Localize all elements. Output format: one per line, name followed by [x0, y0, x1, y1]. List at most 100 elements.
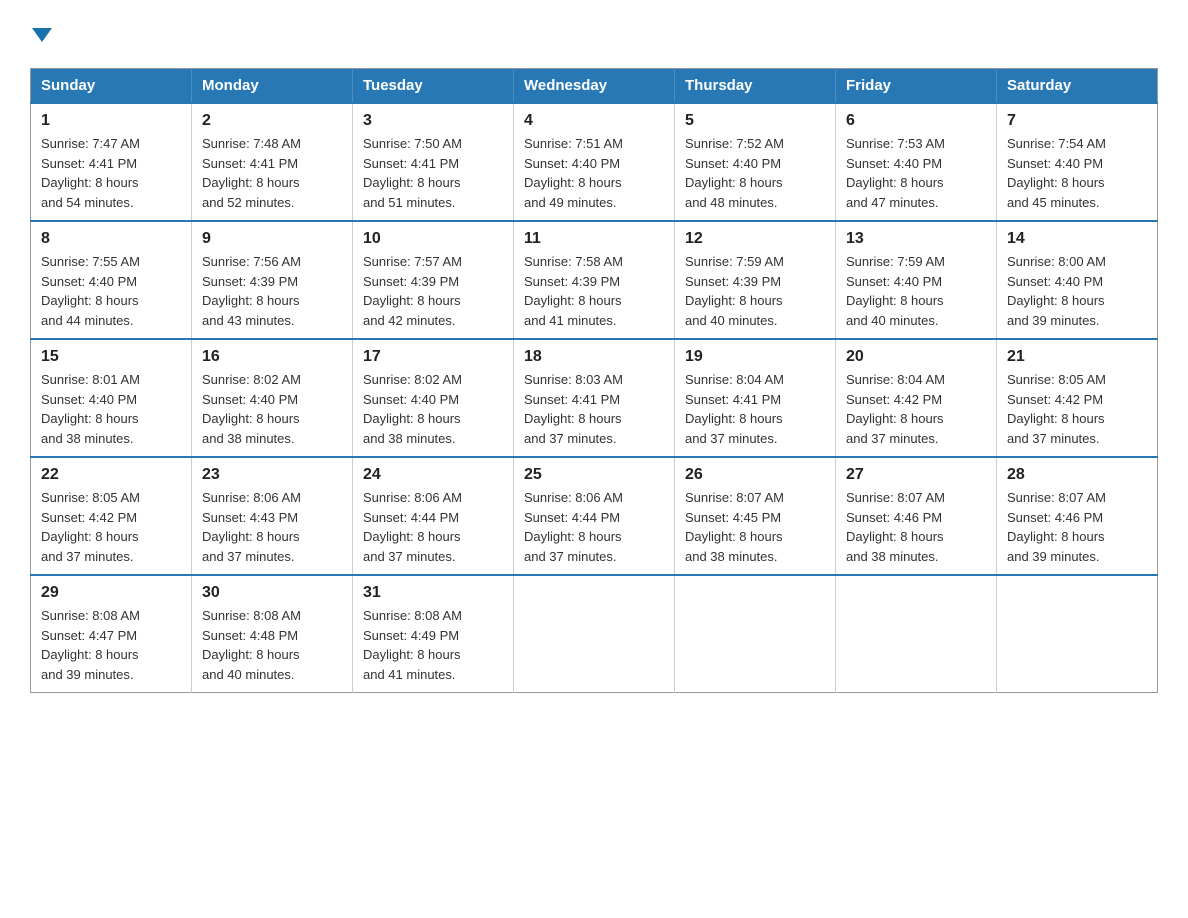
- day-info: Sunrise: 7:58 AMSunset: 4:39 PMDaylight:…: [524, 252, 664, 330]
- day-info: Sunrise: 8:05 AMSunset: 4:42 PMDaylight:…: [1007, 370, 1147, 448]
- calendar-cell: 24 Sunrise: 8:06 AMSunset: 4:44 PMDaylig…: [353, 457, 514, 575]
- day-info: Sunrise: 8:05 AMSunset: 4:42 PMDaylight:…: [41, 488, 181, 566]
- calendar-cell: 25 Sunrise: 8:06 AMSunset: 4:44 PMDaylig…: [514, 457, 675, 575]
- day-number: 21: [1007, 348, 1147, 366]
- calendar-week-row: 1 Sunrise: 7:47 AMSunset: 4:41 PMDayligh…: [31, 103, 1158, 221]
- calendar-cell: 8 Sunrise: 7:55 AMSunset: 4:40 PMDayligh…: [31, 221, 192, 339]
- calendar-cell: 9 Sunrise: 7:56 AMSunset: 4:39 PMDayligh…: [192, 221, 353, 339]
- weekday-header-friday: Friday: [836, 69, 997, 104]
- day-info: Sunrise: 8:08 AMSunset: 4:49 PMDaylight:…: [363, 606, 503, 684]
- calendar-cell: [836, 575, 997, 693]
- day-info: Sunrise: 8:08 AMSunset: 4:47 PMDaylight:…: [41, 606, 181, 684]
- day-info: Sunrise: 8:06 AMSunset: 4:43 PMDaylight:…: [202, 488, 342, 566]
- calendar-cell: 17 Sunrise: 8:02 AMSunset: 4:40 PMDaylig…: [353, 339, 514, 457]
- logo-general-text: [30, 20, 52, 48]
- day-info: Sunrise: 7:56 AMSunset: 4:39 PMDaylight:…: [202, 252, 342, 330]
- day-number: 1: [41, 112, 181, 130]
- day-number: 19: [685, 348, 825, 366]
- calendar-cell: [675, 575, 836, 693]
- day-number: 20: [846, 348, 986, 366]
- calendar-cell: 28 Sunrise: 8:07 AMSunset: 4:46 PMDaylig…: [997, 457, 1158, 575]
- weekday-header-row: SundayMondayTuesdayWednesdayThursdayFrid…: [31, 69, 1158, 104]
- day-info: Sunrise: 8:07 AMSunset: 4:45 PMDaylight:…: [685, 488, 825, 566]
- day-number: 3: [363, 112, 503, 130]
- calendar-cell: 31 Sunrise: 8:08 AMSunset: 4:49 PMDaylig…: [353, 575, 514, 693]
- day-info: Sunrise: 8:02 AMSunset: 4:40 PMDaylight:…: [363, 370, 503, 448]
- calendar-cell: [514, 575, 675, 693]
- day-number: 10: [363, 230, 503, 248]
- day-info: Sunrise: 7:54 AMSunset: 4:40 PMDaylight:…: [1007, 134, 1147, 212]
- calendar-cell: 3 Sunrise: 7:50 AMSunset: 4:41 PMDayligh…: [353, 103, 514, 221]
- day-info: Sunrise: 8:03 AMSunset: 4:41 PMDaylight:…: [524, 370, 664, 448]
- day-number: 17: [363, 348, 503, 366]
- calendar-cell: 10 Sunrise: 7:57 AMSunset: 4:39 PMDaylig…: [353, 221, 514, 339]
- day-info: Sunrise: 8:04 AMSunset: 4:42 PMDaylight:…: [846, 370, 986, 448]
- day-info: Sunrise: 7:48 AMSunset: 4:41 PMDaylight:…: [202, 134, 342, 212]
- weekday-header-sunday: Sunday: [31, 69, 192, 104]
- day-info: Sunrise: 8:02 AMSunset: 4:40 PMDaylight:…: [202, 370, 342, 448]
- day-info: Sunrise: 8:00 AMSunset: 4:40 PMDaylight:…: [1007, 252, 1147, 330]
- day-number: 16: [202, 348, 342, 366]
- day-number: 14: [1007, 230, 1147, 248]
- calendar-cell: 2 Sunrise: 7:48 AMSunset: 4:41 PMDayligh…: [192, 103, 353, 221]
- calendar-cell: 20 Sunrise: 8:04 AMSunset: 4:42 PMDaylig…: [836, 339, 997, 457]
- calendar-cell: 4 Sunrise: 7:51 AMSunset: 4:40 PMDayligh…: [514, 103, 675, 221]
- day-number: 15: [41, 348, 181, 366]
- calendar-cell: 18 Sunrise: 8:03 AMSunset: 4:41 PMDaylig…: [514, 339, 675, 457]
- calendar-cell: 6 Sunrise: 7:53 AMSunset: 4:40 PMDayligh…: [836, 103, 997, 221]
- day-info: Sunrise: 7:59 AMSunset: 4:39 PMDaylight:…: [685, 252, 825, 330]
- calendar-cell: 22 Sunrise: 8:05 AMSunset: 4:42 PMDaylig…: [31, 457, 192, 575]
- calendar-cell: 13 Sunrise: 7:59 AMSunset: 4:40 PMDaylig…: [836, 221, 997, 339]
- day-number: 11: [524, 230, 664, 248]
- day-number: 6: [846, 112, 986, 130]
- calendar-cell: 26 Sunrise: 8:07 AMSunset: 4:45 PMDaylig…: [675, 457, 836, 575]
- day-number: 24: [363, 466, 503, 484]
- weekday-header-wednesday: Wednesday: [514, 69, 675, 104]
- day-number: 4: [524, 112, 664, 130]
- day-number: 9: [202, 230, 342, 248]
- page-header: [30, 20, 1158, 48]
- calendar-cell: 27 Sunrise: 8:07 AMSunset: 4:46 PMDaylig…: [836, 457, 997, 575]
- day-number: 18: [524, 348, 664, 366]
- day-number: 29: [41, 584, 181, 602]
- day-number: 27: [846, 466, 986, 484]
- calendar-cell: 12 Sunrise: 7:59 AMSunset: 4:39 PMDaylig…: [675, 221, 836, 339]
- day-number: 7: [1007, 112, 1147, 130]
- day-number: 12: [685, 230, 825, 248]
- day-number: 2: [202, 112, 342, 130]
- day-info: Sunrise: 7:57 AMSunset: 4:39 PMDaylight:…: [363, 252, 503, 330]
- calendar-cell: 15 Sunrise: 8:01 AMSunset: 4:40 PMDaylig…: [31, 339, 192, 457]
- day-info: Sunrise: 7:59 AMSunset: 4:40 PMDaylight:…: [846, 252, 986, 330]
- day-number: 8: [41, 230, 181, 248]
- day-info: Sunrise: 7:55 AMSunset: 4:40 PMDaylight:…: [41, 252, 181, 330]
- day-number: 5: [685, 112, 825, 130]
- weekday-header-monday: Monday: [192, 69, 353, 104]
- day-number: 13: [846, 230, 986, 248]
- day-info: Sunrise: 8:01 AMSunset: 4:40 PMDaylight:…: [41, 370, 181, 448]
- day-info: Sunrise: 8:07 AMSunset: 4:46 PMDaylight:…: [846, 488, 986, 566]
- day-info: Sunrise: 7:50 AMSunset: 4:41 PMDaylight:…: [363, 134, 503, 212]
- logo-triangle-icon: [32, 28, 52, 42]
- day-info: Sunrise: 7:53 AMSunset: 4:40 PMDaylight:…: [846, 134, 986, 212]
- day-number: 30: [202, 584, 342, 602]
- day-number: 26: [685, 466, 825, 484]
- calendar-cell: 30 Sunrise: 8:08 AMSunset: 4:48 PMDaylig…: [192, 575, 353, 693]
- day-number: 22: [41, 466, 181, 484]
- calendar-cell: 23 Sunrise: 8:06 AMSunset: 4:43 PMDaylig…: [192, 457, 353, 575]
- calendar-cell: 29 Sunrise: 8:08 AMSunset: 4:47 PMDaylig…: [31, 575, 192, 693]
- calendar-cell: 7 Sunrise: 7:54 AMSunset: 4:40 PMDayligh…: [997, 103, 1158, 221]
- logo: [30, 20, 52, 48]
- day-info: Sunrise: 8:06 AMSunset: 4:44 PMDaylight:…: [363, 488, 503, 566]
- weekday-header-saturday: Saturday: [997, 69, 1158, 104]
- calendar-week-row: 8 Sunrise: 7:55 AMSunset: 4:40 PMDayligh…: [31, 221, 1158, 339]
- calendar-cell: [997, 575, 1158, 693]
- day-info: Sunrise: 7:51 AMSunset: 4:40 PMDaylight:…: [524, 134, 664, 212]
- day-info: Sunrise: 8:07 AMSunset: 4:46 PMDaylight:…: [1007, 488, 1147, 566]
- calendar-week-row: 22 Sunrise: 8:05 AMSunset: 4:42 PMDaylig…: [31, 457, 1158, 575]
- calendar-table: SundayMondayTuesdayWednesdayThursdayFrid…: [30, 68, 1158, 693]
- day-number: 25: [524, 466, 664, 484]
- day-number: 31: [363, 584, 503, 602]
- day-number: 23: [202, 466, 342, 484]
- calendar-cell: 5 Sunrise: 7:52 AMSunset: 4:40 PMDayligh…: [675, 103, 836, 221]
- calendar-cell: 16 Sunrise: 8:02 AMSunset: 4:40 PMDaylig…: [192, 339, 353, 457]
